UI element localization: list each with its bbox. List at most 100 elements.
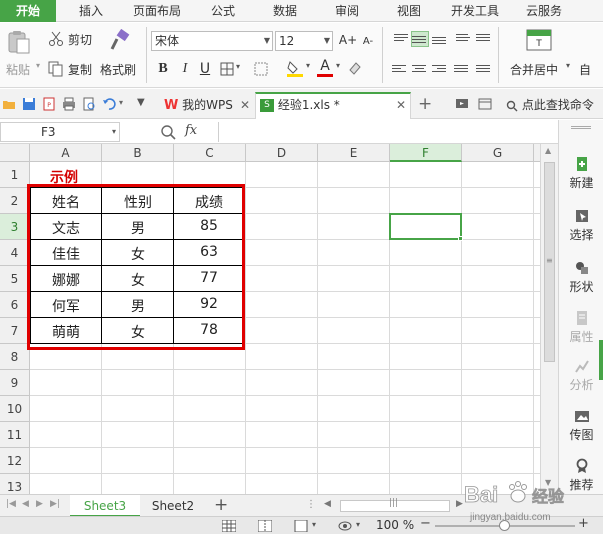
menu-tab-home[interactable]: 开始 <box>0 0 56 22</box>
save-icon[interactable] <box>22 97 36 111</box>
select-all-corner[interactable] <box>0 144 30 162</box>
tab-splitter-icon[interactable]: ⋮ <box>306 499 316 510</box>
first-sheet-icon[interactable]: |◀ <box>6 499 16 509</box>
new-tab-button[interactable]: + <box>418 94 432 114</box>
column-header[interactable]: D <box>246 144 318 162</box>
menu-tab-data[interactable]: 数据 <box>262 0 308 22</box>
clear-format-button[interactable] <box>348 61 370 77</box>
align-left-button[interactable] <box>392 63 408 77</box>
spreadsheet-grid[interactable]: A B C D E F G 1 2 3 4 5 6 7 8 9 10 11 12… <box>0 144 540 494</box>
active-cell[interactable] <box>389 213 462 240</box>
row-header[interactable]: 9 <box>0 370 30 396</box>
insert-function-button[interactable]: fx <box>185 123 197 138</box>
italic-button[interactable]: I <box>176 60 194 78</box>
normal-view-icon[interactable] <box>222 520 236 532</box>
scroll-up-icon[interactable]: ▲ <box>545 146 551 155</box>
taskpane-property[interactable]: 属性 <box>559 310 603 345</box>
cut-button[interactable]: 剪切 <box>48 29 98 49</box>
menu-tab-developer[interactable]: 开发工具 <box>444 0 506 22</box>
taskpane-upload-image[interactable]: 传图 <box>559 408 603 443</box>
taskpane-new[interactable]: 新建 <box>559 156 603 191</box>
scroll-down-icon[interactable]: ▼ <box>545 478 551 487</box>
zoom-in-button[interactable]: + <box>578 516 589 531</box>
align-center-button[interactable] <box>412 63 428 77</box>
chevron-down-icon[interactable]: ▾ <box>312 520 316 529</box>
row-header[interactable]: 5 <box>0 266 30 292</box>
distributed-button[interactable] <box>476 63 492 77</box>
menu-tab-review[interactable]: 审阅 <box>324 0 370 22</box>
auto-wrap-button[interactable]: 自 <box>579 61 591 78</box>
font-size-select[interactable]: 12 ▼ <box>275 31 333 51</box>
zoom-level[interactable]: 100 % <box>376 518 414 532</box>
menu-tab-view[interactable]: 视图 <box>386 0 432 22</box>
print-icon[interactable] <box>62 97 76 111</box>
paste-dropdown-icon[interactable]: ▾ <box>36 61 40 70</box>
justify-button[interactable] <box>454 63 470 77</box>
undo-icon[interactable] <box>102 97 116 111</box>
eye-protection-icon[interactable] <box>338 520 352 532</box>
taskpane-recommend[interactable]: 推荐 <box>559 458 603 493</box>
align-right-button[interactable] <box>432 63 448 77</box>
chevron-down-icon[interactable]: ▾ <box>566 61 570 70</box>
column-header[interactable]: G <box>462 144 534 162</box>
zoom-slider-knob[interactable] <box>499 520 510 531</box>
row-header[interactable]: 11 <box>0 422 30 448</box>
indent-button[interactable] <box>476 32 492 46</box>
copy-button[interactable]: 复制 <box>48 59 98 79</box>
fill-color-button[interactable]: ▾ <box>286 59 316 79</box>
format-painter-button[interactable]: 格式刷 <box>100 29 140 81</box>
close-icon[interactable]: ✕ <box>240 92 250 119</box>
pane-grip-icon[interactable] <box>571 126 591 129</box>
prev-sheet-icon[interactable]: ◀ <box>22 499 29 509</box>
row-header[interactable]: 7 <box>0 318 30 344</box>
tab-my-wps[interactable]: W 我的WPS ✕ <box>160 92 252 119</box>
row-header[interactable]: 1 <box>0 162 30 188</box>
sheet-tab[interactable]: Sheet3 <box>70 495 140 517</box>
taskpane-shape[interactable]: 形状 <box>559 260 603 295</box>
row-header[interactable]: 13 <box>0 474 30 494</box>
formula-input[interactable] <box>218 122 558 142</box>
taskpane-select[interactable]: 选择 <box>559 208 603 243</box>
row-header[interactable]: 2 <box>0 188 30 214</box>
add-sheet-button[interactable]: + <box>214 495 228 515</box>
column-header[interactable]: A <box>30 144 102 162</box>
row-header[interactable]: 4 <box>0 240 30 266</box>
align-bottom-button[interactable] <box>432 32 448 46</box>
shrink-font-button[interactable]: A- <box>358 31 378 49</box>
taskpane-analysis[interactable]: 分析 <box>559 358 603 393</box>
menu-tab-cloud[interactable]: 云服务 <box>516 0 572 22</box>
underline-button[interactable]: U <box>196 60 214 78</box>
zoom-out-button[interactable]: − <box>420 516 431 531</box>
orientation-button[interactable] <box>456 32 472 46</box>
next-sheet-icon[interactable]: ▶ <box>36 499 43 509</box>
close-icon[interactable]: ✕ <box>396 94 406 117</box>
chevron-down-icon[interactable]: ▾ <box>356 520 360 529</box>
page-break-view-icon[interactable] <box>258 520 272 532</box>
grow-font-button[interactable]: A+ <box>338 31 358 49</box>
scroll-right-icon[interactable]: ▶ <box>456 499 463 509</box>
menu-tab-formulas[interactable]: 公式 <box>200 0 246 22</box>
fill-handle[interactable] <box>458 236 463 241</box>
undo-dropdown-icon[interactable]: ▾ <box>119 98 123 107</box>
column-header[interactable]: C <box>174 144 246 162</box>
scroll-left-icon[interactable]: ◀ <box>324 499 331 509</box>
window-icon[interactable] <box>478 97 492 111</box>
name-box[interactable]: F3 ▾ <box>0 122 120 142</box>
row-header[interactable]: 6 <box>0 292 30 318</box>
align-middle-button[interactable] <box>411 31 429 47</box>
scrollbar-thumb[interactable]: ≡ <box>544 162 555 362</box>
row-header-selected[interactable]: 3 <box>0 214 30 240</box>
print-preview-icon[interactable] <box>82 97 96 111</box>
menu-tab-page-layout[interactable]: 页面布局 <box>126 0 188 22</box>
sheet-tab[interactable]: Sheet2 <box>140 495 206 517</box>
bold-button[interactable]: B <box>154 60 172 78</box>
customize-toolbar-icon[interactable]: ▼ <box>137 97 145 108</box>
borders-button[interactable]: ▾ <box>220 62 250 78</box>
tab-workbook[interactable]: S 经验1.xls * ✕ <box>255 92 411 119</box>
zoom-slider[interactable] <box>435 520 575 531</box>
open-folder-icon[interactable] <box>2 97 16 111</box>
align-top-button[interactable] <box>394 32 410 46</box>
row-header[interactable]: 12 <box>0 448 30 474</box>
row-header[interactable]: 10 <box>0 396 30 422</box>
screen-cast-icon[interactable] <box>455 97 469 111</box>
